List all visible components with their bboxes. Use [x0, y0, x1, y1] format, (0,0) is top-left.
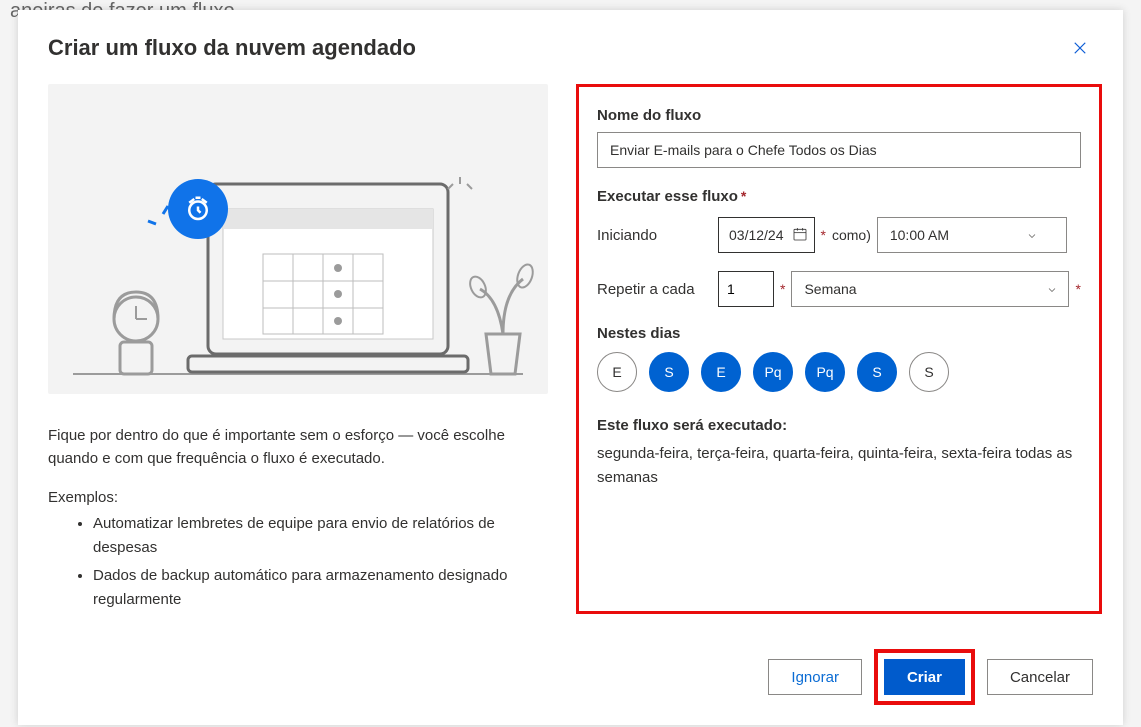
form-column: Nome do fluxo Executar esse fluxo* Inici…: [576, 84, 1102, 614]
illustration-svg: [48, 84, 548, 394]
examples-list: Automatizar lembretes de equipe para env…: [48, 512, 548, 612]
cancel-button[interactable]: Cancelar: [987, 659, 1093, 695]
day-toggle[interactable]: Pq: [753, 352, 793, 392]
list-item: Dados de backup automático para armazena…: [93, 564, 548, 612]
required-marker: *: [821, 227, 826, 243]
repeat-unit-select[interactable]: Semana: [791, 271, 1069, 307]
flow-name-input[interactable]: [597, 132, 1081, 168]
dialog-title: Criar um fluxo da nuvem agendado: [48, 35, 416, 61]
examples-heading: Exemplos:: [48, 489, 548, 506]
repeat-unit-value: Semana: [804, 281, 856, 297]
create-button-highlight: Criar: [874, 649, 975, 705]
dialog-description: Fique por dentro do que é importante sem…: [48, 424, 548, 471]
day-toggle[interactable]: S: [649, 352, 689, 392]
close-button[interactable]: [1067, 35, 1093, 64]
illustration: [48, 84, 548, 394]
dialog-content: Fique por dentro do que é importante sem…: [48, 84, 1093, 637]
day-toggle[interactable]: E: [597, 352, 637, 392]
repeat-label: Repetir a cada: [597, 281, 712, 298]
time-select[interactable]: 10:00 AM: [877, 217, 1067, 253]
flow-name-group: Nome do fluxo: [597, 107, 1081, 168]
chevron-down-icon: [1046, 283, 1058, 295]
list-item: Automatizar lembretes de equipe para env…: [93, 512, 548, 560]
close-icon: [1071, 45, 1089, 60]
starting-label: Iniciando: [597, 227, 712, 244]
dialog-header: Criar um fluxo da nuvem agendado: [48, 35, 1093, 64]
repeat-count-input[interactable]: [718, 271, 774, 307]
dialog-footer: Ignorar Criar Cancelar: [48, 637, 1093, 705]
days-row: E S E Pq Pq S S: [597, 352, 1081, 392]
run-flow-label: Executar esse fluxo*: [597, 188, 1081, 205]
day-toggle[interactable]: Pq: [805, 352, 845, 392]
schedule-text: segunda-feira, terça-feira, quarta-feira…: [597, 442, 1081, 490]
create-button[interactable]: Criar: [884, 659, 965, 695]
required-marker: *: [1075, 281, 1080, 297]
date-value: 03/12/24: [729, 227, 784, 243]
calendar-icon: [792, 226, 808, 245]
skip-button[interactable]: Ignorar: [768, 659, 862, 695]
schedule-heading: Este fluxo será executado:: [597, 417, 1081, 434]
info-column: Fique por dentro do que é importante sem…: [48, 84, 548, 637]
clock-badge-icon: [168, 179, 228, 239]
days-label: Nestes dias: [597, 325, 1081, 342]
create-scheduled-flow-dialog: Criar um fluxo da nuvem agendado: [18, 10, 1123, 725]
as-label: como): [832, 227, 871, 243]
starting-row: Iniciando 03/12/24 * como) 10:00 AM: [597, 217, 1081, 253]
required-marker: *: [780, 281, 785, 297]
repeat-row: Repetir a cada * Semana *: [597, 271, 1081, 307]
date-picker[interactable]: 03/12/24: [718, 217, 815, 253]
time-value: 10:00 AM: [890, 227, 949, 243]
day-toggle[interactable]: S: [857, 352, 897, 392]
flow-name-label: Nome do fluxo: [597, 107, 1081, 124]
day-toggle[interactable]: E: [701, 352, 741, 392]
chevron-down-icon: [1026, 229, 1038, 241]
day-toggle[interactable]: S: [909, 352, 949, 392]
